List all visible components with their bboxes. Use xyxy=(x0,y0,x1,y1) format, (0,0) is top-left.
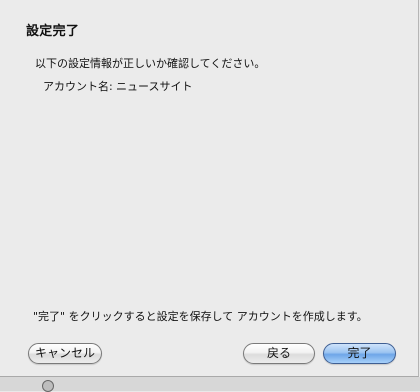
cancel-button[interactable]: キャンセル xyxy=(28,343,102,364)
setup-complete-dialog: 設定完了 以下の設定情報が正しいか確認してください。 アカウント名: ニュースサ… xyxy=(0,0,419,377)
done-button[interactable]: 完了 xyxy=(323,343,396,364)
back-button[interactable]: 戻る xyxy=(243,343,315,364)
underlying-window-strip xyxy=(0,377,420,391)
confirmation-instruction: 以下の設定情報が正しいか確認してください。 xyxy=(35,57,266,70)
dialog-title: 設定完了 xyxy=(26,24,80,39)
account-name-value: ニュースサイト xyxy=(116,80,193,93)
window-icon xyxy=(42,380,54,392)
account-name-label: アカウント名: xyxy=(43,80,113,93)
save-instruction: "完了" をクリックすると設定を保存して アカウントを作成します。 xyxy=(33,310,368,323)
